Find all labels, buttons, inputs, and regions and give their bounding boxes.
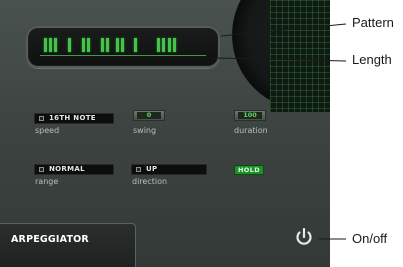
length-callout: Length bbox=[352, 52, 392, 67]
on-off-callout: On/off bbox=[352, 231, 388, 246]
pattern-callout: Pattern bbox=[352, 15, 394, 30]
callout-lines bbox=[213, 23, 347, 240]
